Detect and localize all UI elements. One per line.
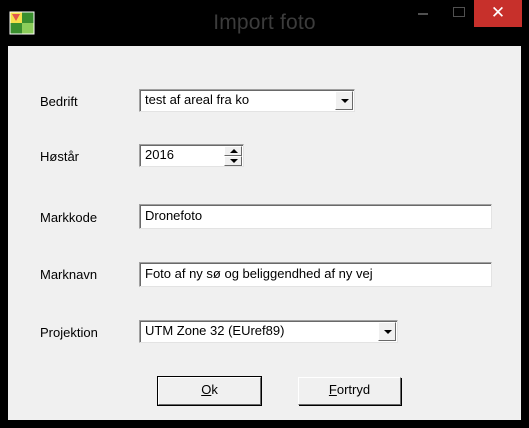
bedrift-dropdown-button[interactable]	[335, 91, 353, 110]
marknavn-value: Foto af ny sø og beliggendhed af ny vej	[145, 266, 373, 281]
ok-mnemonic: O	[201, 382, 212, 397]
chevron-down-icon	[384, 330, 392, 334]
projektion-value: UTM Zone 32 (EUref89)	[145, 323, 285, 338]
cancel-label-rest: ortryd	[336, 382, 371, 397]
cancel-button[interactable]: Fortryd	[298, 377, 401, 405]
marknavn-label: Marknavn	[40, 267, 98, 282]
projektion-dropdown[interactable]: UTM Zone 32 (EUref89)	[139, 320, 398, 343]
ok-button[interactable]: Ok	[157, 376, 262, 406]
chevron-up-icon	[230, 149, 238, 153]
minimize-icon	[418, 13, 428, 15]
cancel-mnemonic: F	[328, 382, 337, 397]
hostar-spin-buttons	[224, 146, 242, 166]
close-icon: ✕	[490, 3, 506, 23]
markkode-input[interactable]: Dronefoto	[139, 204, 492, 229]
spin-up-button[interactable]	[224, 146, 242, 156]
bedrift-value: test af areal fra ko	[145, 92, 250, 107]
ok-label-rest: k	[211, 382, 218, 397]
hostar-spinner[interactable]: 2016	[139, 144, 244, 167]
maximize-icon	[453, 7, 465, 17]
markkode-value: Dronefoto	[145, 208, 203, 223]
projektion-label: Projektion	[40, 325, 98, 340]
hostar-label: Høstår	[40, 149, 79, 164]
title-bar[interactable]: Import foto ✕	[0, 0, 529, 46]
marknavn-input[interactable]: Foto af ny sø og beliggendhed af ny vej	[139, 262, 492, 287]
minimize-button[interactable]	[406, 0, 442, 27]
hostar-value: 2016	[145, 147, 174, 162]
projektion-dropdown-button[interactable]	[378, 322, 396, 341]
markkode-label: Markkode	[40, 210, 98, 225]
import-foto-dialog: Import foto ✕ Bedrift test af areal fra …	[0, 0, 529, 428]
chevron-down-icon	[230, 159, 238, 163]
bedrift-dropdown[interactable]: test af areal fra ko	[139, 89, 355, 112]
dialog-client-area: Bedrift test af areal fra ko Høstår 2016…	[8, 46, 521, 420]
maximize-button[interactable]	[442, 0, 476, 27]
close-button[interactable]: ✕	[474, 0, 522, 27]
chevron-down-icon	[341, 99, 349, 103]
bedrift-label: Bedrift	[40, 94, 78, 109]
spin-down-button[interactable]	[224, 156, 242, 166]
